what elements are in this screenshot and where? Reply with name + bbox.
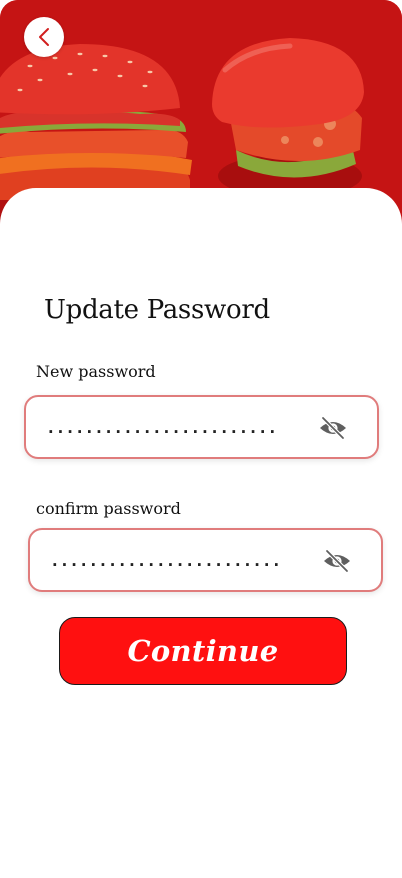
confirm-password-label: confirm password [36, 499, 181, 518]
chevron-left-icon [39, 28, 49, 46]
page-title: Update Password [44, 295, 270, 325]
new-password-visibility-toggle[interactable] [317, 415, 349, 441]
form-card: Update Password New password confirm pas… [0, 188, 402, 878]
new-password-field[interactable] [24, 395, 379, 459]
confirm-password-field[interactable] [28, 528, 383, 592]
confirm-password-visibility-toggle[interactable] [321, 548, 353, 574]
back-button[interactable] [24, 17, 64, 57]
eye-off-icon [324, 549, 350, 573]
new-password-input[interactable] [46, 411, 296, 443]
confirm-password-input[interactable] [50, 544, 300, 576]
new-password-label: New password [36, 362, 156, 381]
eye-off-icon [320, 416, 346, 440]
continue-button[interactable]: Continue [59, 617, 347, 685]
